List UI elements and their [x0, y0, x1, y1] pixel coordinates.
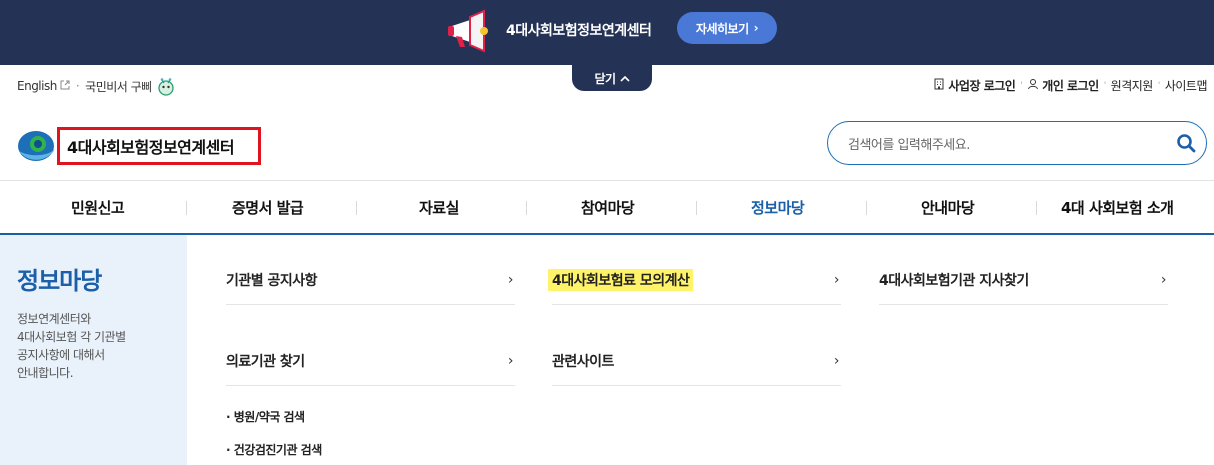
site-logo-text[interactable]: 4대사회보험정보연계센터 — [57, 127, 261, 165]
gnb-divider — [526, 201, 527, 215]
building-icon — [933, 78, 945, 93]
util-left: English · 국민비서 구삐 — [17, 76, 176, 96]
menu-item-related-sites[interactable]: 관련사이트 › — [552, 336, 841, 386]
gnb-divider — [696, 201, 697, 215]
gnb-divider — [1036, 201, 1037, 215]
menu-item-label: 관련사이트 — [552, 353, 614, 370]
logo-text: 4대사회보험정보연계센터 — [67, 138, 235, 157]
top-banner: 4대사회보험정보연계센터 자세히보기 › — [0, 0, 1214, 65]
chevron-right-icon: › — [753, 21, 759, 35]
menu-item-hospital-search[interactable]: 의료기관 찾기 › — [226, 336, 515, 386]
banner-more-button[interactable]: 자세히보기 › — [677, 12, 777, 44]
sitemap-link[interactable]: 사이트맵 — [1165, 77, 1208, 94]
gnb-divider — [866, 201, 867, 215]
sub-item-pharmacy[interactable]: · 병원/약국 검색 — [226, 408, 305, 425]
remote-support-link[interactable]: 원격지원 — [1111, 77, 1154, 94]
gnb-divider — [186, 201, 187, 215]
menu-item-label: 4대사회보험기관 지사찾기 — [879, 272, 1029, 289]
secretary-link[interactable]: 국민비서 구삐 — [85, 78, 152, 95]
gnb-top-border — [0, 180, 1214, 181]
panel-title: 정보마당 — [17, 267, 102, 295]
separator: ' — [1103, 80, 1106, 91]
chevron-right-icon: › — [1160, 271, 1167, 288]
external-link-icon — [60, 80, 70, 93]
gnb-item-guide[interactable]: 안내마당 — [921, 197, 975, 218]
banner-close-button[interactable]: 닫기 — [572, 65, 652, 91]
banner-title: 4대사회보험정보연계센터 — [506, 23, 652, 39]
gnb-item-civil[interactable]: 민원신고 — [71, 197, 125, 218]
logo-emblem-icon[interactable] — [17, 125, 57, 167]
menu-item-agency-notice[interactable]: 기관별 공지사항 › — [226, 255, 515, 305]
banner-close-label: 닫기 — [594, 71, 616, 86]
gnb-divider — [356, 201, 357, 215]
gnb-item-certificate[interactable]: 증명서 발급 — [232, 197, 304, 218]
separator: ' — [1020, 80, 1023, 91]
business-login-link[interactable]: 사업장 로그인 — [948, 77, 1015, 94]
chevron-right-icon: › — [507, 352, 514, 369]
sub-item-label: 병원/약국 검색 — [233, 410, 305, 424]
search-input[interactable]: 검색어를 입력해주세요. — [848, 134, 1166, 153]
sub-item-checkup[interactable]: · 건강검진기관 검색 — [226, 441, 322, 458]
menu-item-label: 4대사회보험료 모의계산 — [548, 268, 694, 291]
chevron-right-icon: › — [833, 271, 840, 288]
menu-item-label: 기관별 공지사항 — [226, 272, 318, 289]
chevron-up-icon — [619, 71, 630, 85]
util-right: 사업장 로그인 ' 개인 로그인 ' 원격지원 ' 사이트맵 — [933, 77, 1208, 94]
gnb-item-archive[interactable]: 자료실 — [419, 197, 459, 218]
menu-item-branch-search[interactable]: 4대사회보험기관 지사찾기 › — [879, 255, 1168, 305]
separator: ' — [1157, 80, 1160, 91]
sub-item-label: 건강검진기관 검색 — [233, 443, 323, 457]
gnb-item-about[interactable]: 4대 사회보험 소개 — [1061, 197, 1174, 218]
menu-item-label: 의료기관 찾기 — [226, 353, 305, 370]
panel-desc-line: 안내합니다. — [17, 366, 74, 380]
search-icon[interactable] — [1166, 123, 1206, 163]
chevron-right-icon: › — [833, 352, 840, 369]
menu-item-premium-calc[interactable]: 4대사회보험료 모의계산 › — [548, 255, 841, 305]
mascot-icon — [158, 78, 174, 96]
gnb-item-participation[interactable]: 참여마당 — [581, 197, 635, 218]
english-link[interactable]: English — [17, 79, 57, 93]
panel-desc-line: 4대사회보험 각 기관별 — [17, 330, 126, 344]
banner-more-label: 자세히보기 — [695, 21, 749, 36]
panel-desc-line: 정보연계센터와 — [17, 312, 91, 326]
panel-description: 정보연계센터와 4대사회보험 각 기관별 공지사항에 대해서 안내합니다. — [17, 310, 177, 382]
gnb-item-info[interactable]: 정보마당 — [751, 197, 805, 218]
megaphone-icon — [448, 9, 488, 53]
personal-login-link[interactable]: 개인 로그인 — [1042, 77, 1099, 94]
person-icon — [1027, 78, 1039, 93]
panel-desc-line: 공지사항에 대해서 — [17, 348, 105, 362]
separator-dot: · — [75, 79, 80, 93]
chevron-right-icon: › — [507, 271, 514, 288]
search-box[interactable]: 검색어를 입력해주세요. — [827, 121, 1207, 165]
